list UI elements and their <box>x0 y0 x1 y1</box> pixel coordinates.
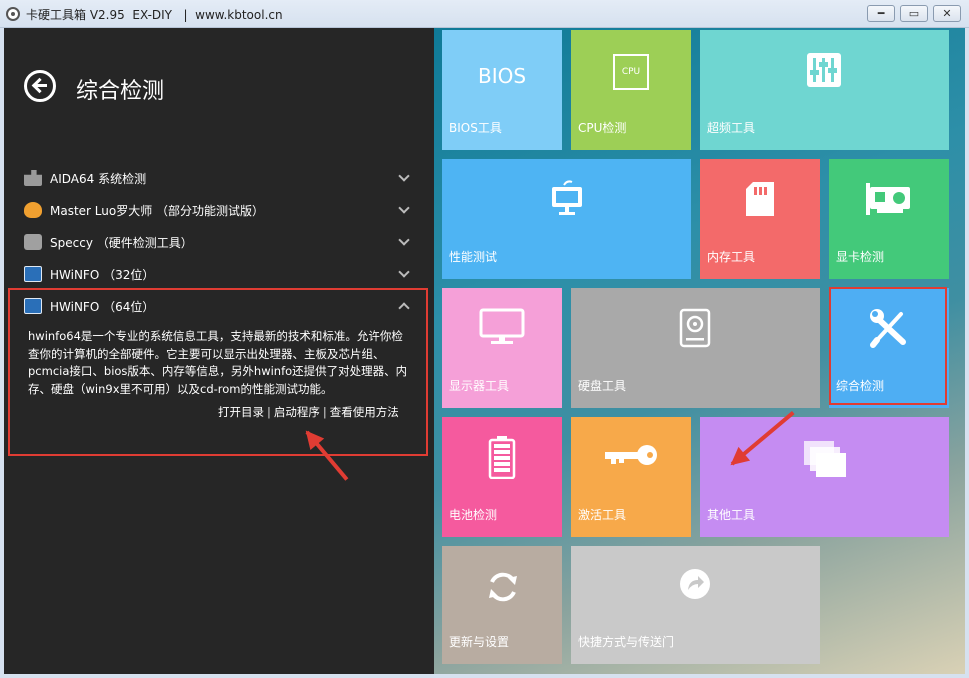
graphics-card-icon <box>866 183 910 215</box>
page-title: 综合检测 <box>76 79 165 104</box>
close-button[interactable]: ✕ <box>933 5 961 22</box>
cpu-icon: CPU <box>613 54 649 90</box>
tile-grid: BIOS BIOS工具 CPU CPU检测 超频工具 性能测试 内存工具 显卡检… <box>434 28 965 674</box>
list-item-aida64[interactable]: AIDA64 系统检测 <box>24 165 414 191</box>
tile-label: CPU检测 <box>578 121 627 135</box>
item-actions: 打开目录 | 启动程序 | 查看使用方法 <box>218 404 399 420</box>
hwinfo-icon <box>24 298 42 314</box>
minimize-icon: ━ <box>877 7 885 20</box>
title-bar: 卡硬工具箱 V2.95 EX-DIY | www.kbtool.cn ━ ▭ ✕ <box>0 0 969 28</box>
close-icon: ✕ <box>942 7 952 20</box>
tile-label: 电池检测 <box>449 508 498 522</box>
hard-disk-icon <box>679 308 711 348</box>
master-luo-icon <box>24 202 42 218</box>
chevron-down-icon[interactable] <box>398 170 410 182</box>
tile-label: 内存工具 <box>707 250 756 264</box>
launch-program-link[interactable]: 启动程序 <box>274 405 320 419</box>
window-title: 卡硬工具箱 V2.95 EX-DIY | www.kbtool.cn <box>26 8 283 22</box>
tile-battery[interactable]: 电池检测 <box>442 417 562 537</box>
tile-label: 性能测试 <box>449 250 498 264</box>
monitor-icon <box>479 308 525 344</box>
aida64-icon <box>24 170 42 186</box>
tile-bios[interactable]: BIOS BIOS工具 <box>442 30 562 150</box>
key-icon <box>605 445 657 465</box>
windows-stack-icon <box>804 441 846 477</box>
detail-panel: 综合检测 AIDA64 系统检测 Master Luo罗大师 （部分功能测试版）… <box>4 28 434 674</box>
list-item-label: AIDA64 系统检测 <box>50 171 147 186</box>
chevron-down-icon[interactable] <box>398 234 410 246</box>
chevron-down-icon[interactable] <box>398 202 410 214</box>
app-icon <box>6 7 20 21</box>
tile-update-settings[interactable]: 更新与设置 <box>442 546 562 664</box>
chevron-down-icon[interactable] <box>398 266 410 278</box>
list-item-master-luo[interactable]: Master Luo罗大师 （部分功能测试版） <box>24 197 414 223</box>
tile-label: 显卡检测 <box>836 250 885 264</box>
tile-label: 超频工具 <box>707 121 756 135</box>
list-item-label: Speccy （硬件检测工具） <box>50 235 193 250</box>
tile-label: 更新与设置 <box>449 635 510 649</box>
list-item-hwinfo32[interactable]: HWiNFO （32位） <box>24 261 414 287</box>
tile-gpu[interactable]: 显卡检测 <box>829 159 949 279</box>
link-separator: | <box>322 405 327 419</box>
tile-label: 激活工具 <box>578 508 627 522</box>
window-frame-right <box>965 28 969 678</box>
tile-label: 硬盘工具 <box>578 379 627 393</box>
maximize-button[interactable]: ▭ <box>900 5 928 22</box>
open-directory-link[interactable]: 打开目录 <box>218 405 264 419</box>
chevron-up-icon[interactable] <box>398 302 410 314</box>
tile-memory[interactable]: 内存工具 <box>700 159 820 279</box>
monitor-test-icon <box>552 180 582 215</box>
tile-activation[interactable]: 激活工具 <box>571 417 691 537</box>
window-frame-bottom <box>0 674 969 678</box>
maximize-icon: ▭ <box>908 7 920 20</box>
minimize-button[interactable]: ━ <box>867 5 895 22</box>
link-separator: | <box>267 405 271 419</box>
battery-icon <box>488 436 516 479</box>
back-arrow-icon[interactable] <box>24 70 56 102</box>
tile-label: BIOS工具 <box>449 121 502 135</box>
tile-disk[interactable]: 硬盘工具 <box>571 288 820 408</box>
share-arrow-icon <box>680 569 710 599</box>
list-item-label: HWiNFO （64位） <box>50 299 155 314</box>
item-description: hwinfo64是一个专业的系统信息工具，支持最新的技术和标准。允许你检查你的计… <box>28 329 408 396</box>
sliders-icon <box>807 53 841 87</box>
tile-display[interactable]: 显示器工具 <box>442 288 562 408</box>
hwinfo-icon <box>24 266 42 282</box>
tile-label: 快捷方式与传送门 <box>578 635 675 649</box>
tile-label: 其他工具 <box>707 508 756 522</box>
list-item-label: Master Luo罗大师 （部分功能测试版） <box>50 203 265 218</box>
bios-icon: BIOS <box>477 64 527 88</box>
sd-card-icon <box>746 182 774 216</box>
tile-other[interactable]: 其他工具 <box>700 417 949 537</box>
tile-overclock[interactable]: 超频工具 <box>700 30 949 150</box>
speccy-icon <box>24 234 42 250</box>
refresh-icon <box>489 572 517 602</box>
tile-shortcuts[interactable]: 快捷方式与传送门 <box>571 546 820 664</box>
list-item-speccy[interactable]: Speccy （硬件检测工具） <box>24 229 414 255</box>
usage-help-link[interactable]: 查看使用方法 <box>330 405 399 419</box>
tile-label: 显示器工具 <box>449 379 510 393</box>
list-item-label: HWiNFO （32位） <box>50 267 155 282</box>
tile-cpu[interactable]: CPU CPU检测 <box>571 30 691 150</box>
tile-performance[interactable]: 性能测试 <box>442 159 691 279</box>
list-item-hwinfo64[interactable]: HWiNFO （64位） <box>24 293 414 319</box>
selected-tile-highlight <box>829 287 947 405</box>
